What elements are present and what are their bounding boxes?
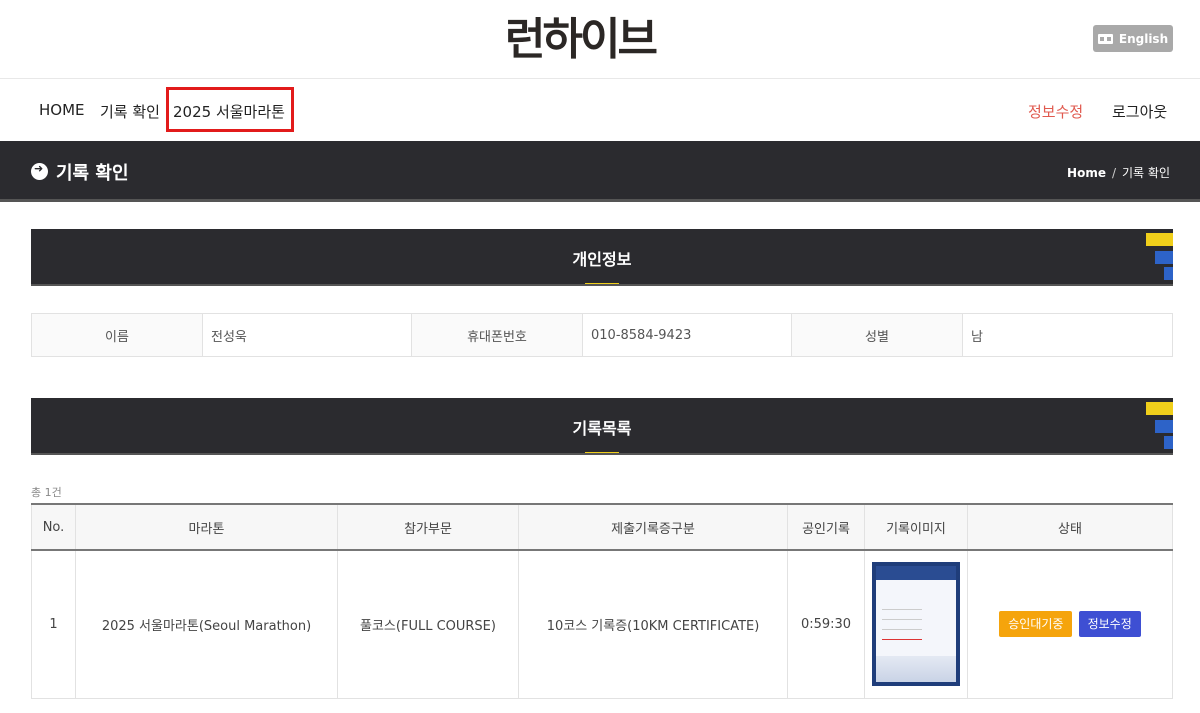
top-bar: 런하이브 English	[0, 0, 1200, 79]
records-title: 기록목록	[572, 419, 632, 438]
breadcrumb-separator: /	[1111, 166, 1117, 180]
column-header: 공인기록	[787, 503, 865, 551]
column-header: 기록이미지	[864, 503, 968, 551]
row-division: 풀코스(FULL COURSE)	[337, 550, 519, 699]
column-header: 상태	[967, 503, 1173, 551]
title-underline	[585, 283, 619, 284]
page-title: 기록 확인	[56, 163, 129, 184]
row-status-cell: 승인대기중 정보수정	[967, 550, 1173, 699]
column-header: No.	[31, 503, 76, 551]
arrow-circle-icon	[31, 162, 48, 180]
flag-icon	[1097, 33, 1113, 44]
pending-approval-button[interactable]: 승인대기중	[999, 611, 1073, 638]
certificate-footer-art	[876, 656, 956, 683]
personal-info-title: 개인정보	[572, 250, 632, 269]
row-number: 1	[31, 550, 76, 699]
deco-stripe	[1155, 420, 1173, 433]
row-marathon: 2025 서울마라톤(Seoul Marathon)	[75, 550, 338, 699]
gender-label: 성별	[792, 314, 963, 356]
title-underline	[585, 452, 619, 453]
personal-info-title-bar: 개인정보	[31, 229, 1173, 286]
table-row: 1 2025 서울마라톤(Seoul Marathon) 풀코스(FULL CO…	[31, 550, 1173, 699]
breadcrumb: Home / 기록 확인	[1067, 164, 1170, 181]
deco-stripe	[1146, 233, 1173, 246]
deco-stripe	[1164, 267, 1173, 280]
records-table: No. 마라톤 참가부문 제출기록증구분 공인기록 기록이미지 상태 1 202…	[31, 503, 1173, 699]
certificate-thumbnail	[876, 566, 956, 683]
column-header: 참가부문	[337, 503, 519, 551]
nav-records[interactable]: 기록 확인	[100, 101, 160, 122]
gender-value: 남	[963, 314, 1172, 356]
certificate-line	[882, 624, 922, 631]
row-official-record: 0:59:30	[787, 550, 865, 699]
nav-logout[interactable]: 로그아웃	[1112, 101, 1167, 122]
table-header-row: No. 마라톤 참가부문 제출기록증구분 공인기록 기록이미지 상태	[31, 503, 1173, 551]
certificate-line	[882, 614, 922, 621]
phone-value: 010-8584-9423	[583, 314, 792, 356]
page-header: 기록 확인 Home / 기록 확인	[0, 141, 1200, 202]
nav-event-seoul-marathon[interactable]: 2025 서울마라톤	[173, 101, 285, 122]
phone-label: 휴대폰번호	[412, 314, 583, 356]
personal-info-table: 이름 전성욱 휴대폰번호 010-8584-9423 성별 남	[31, 313, 1173, 357]
edit-record-button[interactable]: 정보수정	[1078, 611, 1141, 638]
column-header: 제출기록증구분	[518, 503, 788, 551]
record-certificate-image[interactable]	[872, 562, 960, 687]
row-certificate-type: 10코스 기록증(10KM CERTIFICATE)	[518, 550, 788, 699]
records-title-bar: 기록목록	[31, 398, 1173, 455]
row-record-image-cell	[864, 550, 968, 699]
site-logo[interactable]: 런하이브	[505, 14, 695, 64]
deco-stripe	[1146, 402, 1173, 415]
record-count: 총 1건	[31, 486, 62, 499]
column-header: 마라톤	[75, 503, 338, 551]
english-language-button[interactable]: English	[1093, 25, 1173, 52]
breadcrumb-current: 기록 확인	[1122, 166, 1170, 180]
nav-home[interactable]: HOME	[39, 101, 85, 119]
deco-stripe	[1164, 436, 1173, 449]
deco-stripe	[1155, 251, 1173, 264]
certificate-line	[882, 604, 922, 611]
certificate-line	[882, 634, 922, 641]
logo-text: 런하이브	[505, 14, 658, 65]
certificate-banner	[876, 566, 956, 581]
main-nav: HOME 기록 확인 2025 서울마라톤 정보수정 로그아웃	[0, 80, 1200, 141]
name-label: 이름	[32, 314, 203, 356]
nav-edit-info[interactable]: 정보수정	[1028, 101, 1083, 122]
lang-button-label: English	[1118, 31, 1169, 46]
name-value: 전성욱	[203, 314, 412, 356]
breadcrumb-home[interactable]: Home	[1067, 166, 1106, 180]
